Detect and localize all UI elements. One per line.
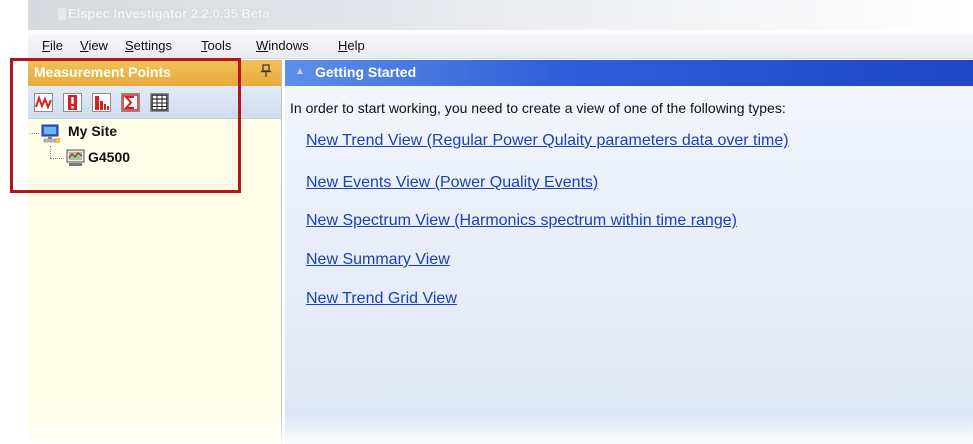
app-window: Elspec Investigator 2.2.0.35 Beta File V…	[0, 0, 973, 444]
measurement-points-panel: Measurement Points My Site G4500	[28, 60, 282, 444]
tree-connector-horizontal	[50, 158, 64, 159]
pin-glyph	[261, 64, 271, 77]
device-icon[interactable]	[66, 148, 86, 168]
tree-connector	[30, 133, 39, 134]
summary-view-glyph	[122, 94, 139, 111]
site-icon[interactable]	[40, 123, 62, 145]
menu-file-label: ile	[49, 38, 63, 53]
getting-started-panel: ▲ Getting Started In order to start work…	[285, 60, 973, 444]
collapse-chevron-icon[interactable]: ▲	[295, 66, 305, 77]
new-trend-view-link[interactable]: New Trend View (Regular Power Qulaity pa…	[306, 132, 789, 150]
menu-help[interactable]: Help	[338, 38, 365, 53]
events-view-icon[interactable]	[63, 93, 82, 112]
trend-view-glyph	[35, 94, 52, 111]
new-spectrum-view-link[interactable]: New Spectrum View (Harmonics spectrum wi…	[306, 212, 737, 230]
new-trend-grid-view-link[interactable]: New Trend Grid View	[306, 290, 457, 308]
menu-file[interactable]: File	[42, 38, 63, 53]
menu-windows-accelerator: W	[256, 38, 269, 53]
summary-view-icon[interactable]	[121, 93, 140, 112]
site-glyph	[41, 124, 60, 143]
tree-item-my-site[interactable]: My Site	[68, 123, 117, 139]
tree-connector-vertical	[50, 146, 51, 158]
menu-settings[interactable]: Settings	[125, 38, 172, 53]
new-summary-view-link[interactable]: New Summary View	[306, 251, 450, 269]
trend-grid-view-icon[interactable]	[150, 93, 169, 112]
menu-view-label: iew	[88, 38, 108, 53]
menu-file-accelerator: F	[42, 38, 50, 53]
getting-started-header[interactable]: ▲ Getting Started	[285, 60, 973, 86]
menu-settings-label: ettings	[133, 38, 172, 53]
left-margin	[0, 0, 28, 444]
window-title: Elspec Investigator 2.2.0.35 Beta	[68, 6, 270, 21]
menu-help-accelerator: H	[338, 38, 348, 53]
trend-grid-view-glyph	[151, 94, 168, 111]
measurement-points-header: Measurement Points	[28, 60, 281, 86]
menu-bar: File View Settings Tools Windows Help	[28, 34, 973, 59]
trend-view-icon[interactable]	[34, 93, 53, 112]
measurement-points-tree: My Site G4500	[28, 118, 281, 444]
menu-windows[interactable]: Windows	[256, 38, 309, 53]
getting-started-title: Getting Started	[315, 64, 417, 80]
events-view-glyph	[64, 94, 81, 111]
new-events-view-link[interactable]: New Events View (Power Quality Events)	[306, 174, 598, 192]
spectrum-view-glyph	[93, 94, 110, 111]
tree-item-g4500[interactable]: G4500	[88, 149, 130, 165]
menu-settings-accelerator: S	[125, 38, 134, 53]
device-glyph	[66, 149, 85, 166]
measurement-points-title: Measurement Points	[34, 64, 171, 80]
app-icon	[58, 8, 66, 20]
pin-icon[interactable]	[258, 64, 274, 80]
menu-help-label: elp	[347, 38, 365, 53]
spectrum-view-icon[interactable]	[92, 93, 111, 112]
menu-view[interactable]: View	[80, 38, 108, 53]
menu-tools[interactable]: Tools	[201, 38, 231, 53]
menu-tools-label: ools	[207, 38, 232, 53]
measurement-points-toolbar	[28, 86, 281, 119]
title-bar: Elspec Investigator 2.2.0.35 Beta	[28, 0, 973, 30]
menu-windows-label: indows	[268, 38, 309, 53]
getting-started-intro: In order to start working, you need to c…	[290, 100, 786, 116]
